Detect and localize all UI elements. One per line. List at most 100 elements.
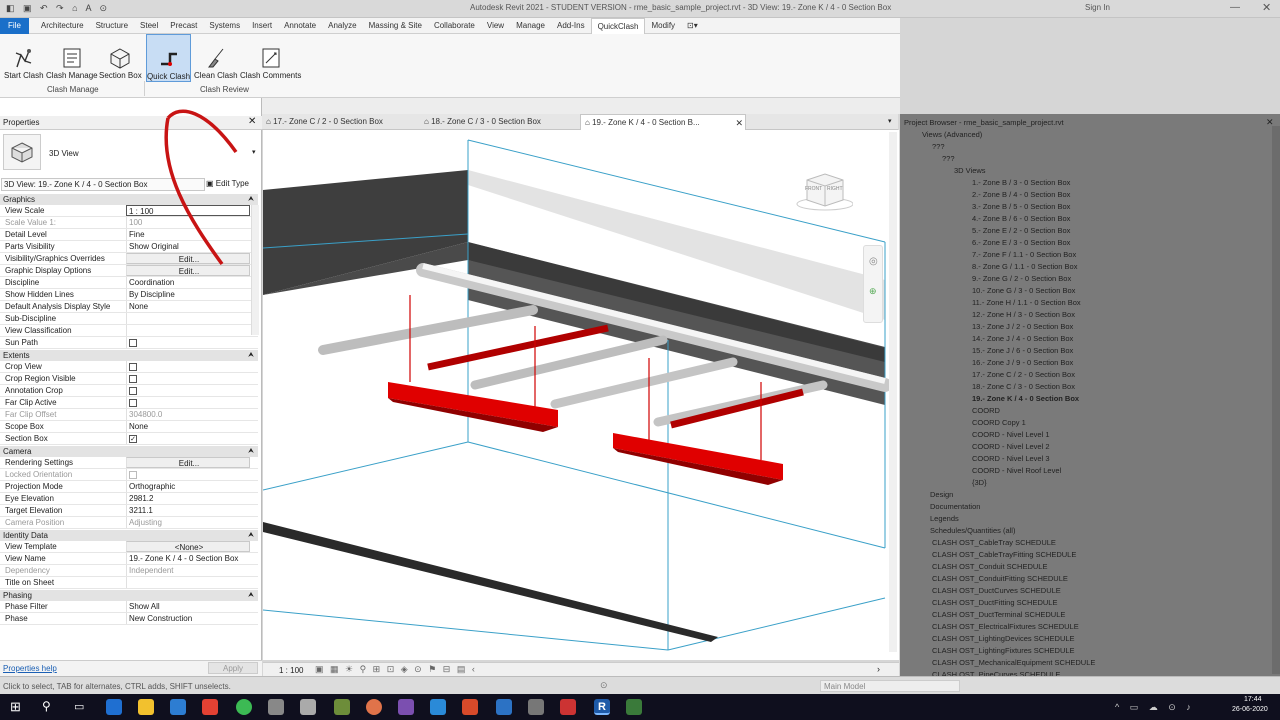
type-dropdown-icon[interactable]: ▾ <box>252 148 256 156</box>
properties-scrollbar[interactable] <box>251 205 259 335</box>
section-identity[interactable]: Identity Data ⮝ <box>0 530 258 541</box>
section-box-checkbox[interactable]: ✓ <box>129 435 137 443</box>
tab-view-17[interactable]: ⌂ 17.- Zone C / 2 - 0 Section Box <box>266 114 424 130</box>
list-item[interactable]: 15.- Zone J / 6 - 0 Section Box <box>972 346 1073 355</box>
tab-massing-site[interactable]: Massing & Site <box>363 18 428 34</box>
properties-help-link[interactable]: Properties help <box>3 664 57 673</box>
tree-schedules[interactable]: Schedules/Quantities (all) <box>930 526 1015 535</box>
collapse-icon[interactable]: ⮝ <box>248 194 254 205</box>
chrome-icon[interactable] <box>236 699 252 715</box>
design-option-select[interactable]: Main Model <box>820 680 960 692</box>
app-icon[interactable] <box>334 699 350 715</box>
list-item[interactable]: {3D} <box>972 478 987 487</box>
tab-quickclash[interactable]: QuickClash <box>590 17 646 34</box>
row-rendering[interactable]: Rendering Settings Edit... <box>0 457 258 469</box>
list-item[interactable]: 16.- Zone J / 9 - 0 Section Box <box>972 358 1073 367</box>
list-item[interactable]: CLASH OST_LightingDevices SCHEDULE <box>932 634 1075 643</box>
list-item[interactable]: 4.- Zone B / 6 - 0 Section Box <box>972 214 1070 223</box>
list-item[interactable]: COORD - Nivel Roof Level <box>972 466 1061 475</box>
row-phase-filter[interactable]: Phase Filter Show All <box>0 601 258 613</box>
calculator-icon[interactable] <box>300 699 316 715</box>
list-item[interactable]: CLASH OST_DuctTerminal SCHEDULE <box>932 610 1065 619</box>
sun-path-checkbox[interactable] <box>129 339 137 347</box>
vscode-icon[interactable] <box>430 699 446 715</box>
rendering-edit-button[interactable]: Edit... <box>126 457 250 468</box>
app6-icon[interactable] <box>626 699 642 715</box>
list-item[interactable]: 11.- Zone H / 1.1 - 0 Section Box <box>972 298 1081 307</box>
row-scope-box[interactable]: Scope Box None <box>0 421 258 433</box>
row-view-classification[interactable]: View Classification <box>0 325 258 337</box>
browser-scrollbar[interactable] <box>1272 126 1280 674</box>
row-analysis-style[interactable]: Default Analysis Display Style None <box>0 301 258 313</box>
list-item[interactable]: CLASH OST_MechanicalEquipment SCHEDULE <box>932 658 1095 667</box>
ribbon-options-icon[interactable]: ⊡▾ <box>681 18 704 34</box>
list-item[interactable]: COORD - Nivel Level 1 <box>972 430 1050 439</box>
revit-icon[interactable]: R <box>594 699 610 715</box>
tab-view-19[interactable]: ⌂ 19.- Zone K / 4 - 0 Section B... ✕ <box>580 114 746 130</box>
search-icon[interactable]: ⚲ <box>42 699 51 713</box>
tab-analyze[interactable]: Analyze <box>322 18 362 34</box>
tab-structure[interactable]: Structure <box>90 18 134 34</box>
view-template-button[interactable]: <None> <box>126 541 250 552</box>
row-target-elevation[interactable]: Target Elevation 3211.1 <box>0 505 258 517</box>
collapse-icon[interactable]: ⮝ <box>248 590 254 601</box>
close-window-icon[interactable]: ✕ <box>1262 1 1271 14</box>
collapse-icon[interactable]: ⮝ <box>248 446 254 457</box>
list-item[interactable]: 2.- Zone B / 4 - 0 Section Box <box>972 190 1070 199</box>
row-far-clip[interactable]: Far Clip Active <box>0 397 258 409</box>
list-item[interactable]: CLASH OST_ElectricalFixtures SCHEDULE <box>932 622 1079 631</box>
row-view-name[interactable]: View Name 19.- Zone K / 4 - 0 Section Box <box>0 553 258 565</box>
tab-insert[interactable]: Insert <box>246 18 278 34</box>
edge-icon[interactable] <box>106 699 122 715</box>
row-hidden-lines[interactable]: Show Hidden Lines By Discipline <box>0 289 258 301</box>
terminal-icon[interactable] <box>268 699 284 715</box>
tree-node-q1[interactable]: ??? <box>932 142 945 151</box>
3d-viewport[interactable]: FRONT RIGHT ◎ ⊕ <box>263 130 899 660</box>
tray-icons[interactable]: ^ ▭ ☁ ⊙ ♪ <box>1115 702 1195 713</box>
list-item[interactable]: 19.- Zone K / 4 - 0 Section Box <box>972 394 1079 403</box>
row-eye-elevation[interactable]: Eye Elevation 2981.2 <box>0 493 258 505</box>
row-crop-region[interactable]: Crop Region Visible <box>0 373 258 385</box>
annotation-crop-checkbox[interactable] <box>129 387 137 395</box>
view-cube-right[interactable]: RIGHT <box>827 186 843 192</box>
app2-icon[interactable] <box>462 699 478 715</box>
steering-wheel-icon[interactable]: ◎ <box>869 256 878 267</box>
row-discipline[interactable]: Discipline Coordination <box>0 277 258 289</box>
list-item[interactable]: COORD <box>972 406 1000 415</box>
type-selector-label[interactable]: 3D View <box>49 149 79 158</box>
list-item[interactable]: 18.- Zone C / 3 - 0 Section Box <box>972 382 1075 391</box>
tab-modify[interactable]: Modify <box>645 18 681 34</box>
view-control-icons[interactable]: ▣ ▦ ☀ ⚲ ⊞ ⊡ ◈ ⊙ ⚑ ⊟ ▤ ‹ <box>315 664 477 675</box>
list-item[interactable]: 7.- Zone F / 1.1 - 0 Section Box <box>972 250 1076 259</box>
section-camera[interactable]: Camera ⮝ <box>0 446 258 457</box>
clean-clash-button[interactable]: Clean Clash <box>192 36 240 80</box>
clash-comments-button[interactable]: Clash Comments <box>238 36 303 80</box>
sign-in-link[interactable]: Sign In <box>1085 3 1110 12</box>
tab-steel[interactable]: Steel <box>134 18 164 34</box>
office-icon[interactable] <box>202 699 218 715</box>
view-cube[interactable]: FRONT RIGHT <box>793 170 854 214</box>
list-item[interactable]: CLASH OST_Conduit SCHEDULE <box>932 562 1047 571</box>
navigation-bar[interactable]: ◎ ⊕ <box>863 245 883 323</box>
worksets-icon[interactable]: ⊙ <box>600 680 608 691</box>
list-item[interactable]: 1.- Zone B / 3 - 0 Section Box <box>972 178 1070 187</box>
list-item[interactable]: 6.- Zone E / 3 - 0 Section Box <box>972 238 1070 247</box>
quick-access-toolbar[interactable]: ◧ ▣ ↶ ↷ ⌂ A ⊙ <box>6 3 110 14</box>
quick-clash-button[interactable]: Quick Clash <box>146 34 191 82</box>
list-item[interactable]: CLASH OST_CableTrayFitting SCHEDULE <box>932 550 1076 559</box>
apply-button[interactable]: Apply <box>208 662 258 674</box>
list-item[interactable]: COORD - Nivel Level 3 <box>972 454 1050 463</box>
list-item[interactable]: CLASH OST_LightingFixtures SCHEDULE <box>932 646 1075 655</box>
list-item[interactable]: COORD Copy 1 <box>972 418 1026 427</box>
row-view-template[interactable]: View Template <None> <box>0 541 258 553</box>
row-phase[interactable]: Phase New Construction <box>0 613 258 625</box>
file-tab[interactable]: File <box>0 17 29 34</box>
list-item[interactable]: 5.- Zone E / 2 - 0 Section Box <box>972 226 1070 235</box>
list-item[interactable]: 9.- Zone G / 2 - 0 Section Box <box>972 274 1071 283</box>
list-item[interactable]: 10.- Zone G / 3 - 0 Section Box <box>972 286 1075 295</box>
list-item[interactable]: COORD - Nivel Level 2 <box>972 442 1050 451</box>
collapse-icon[interactable]: ⮝ <box>248 530 254 541</box>
section-box-button[interactable]: Section Box <box>97 36 144 80</box>
tree-legends[interactable]: Legends <box>930 514 959 523</box>
scroll-right-icon[interactable]: › <box>877 664 880 674</box>
